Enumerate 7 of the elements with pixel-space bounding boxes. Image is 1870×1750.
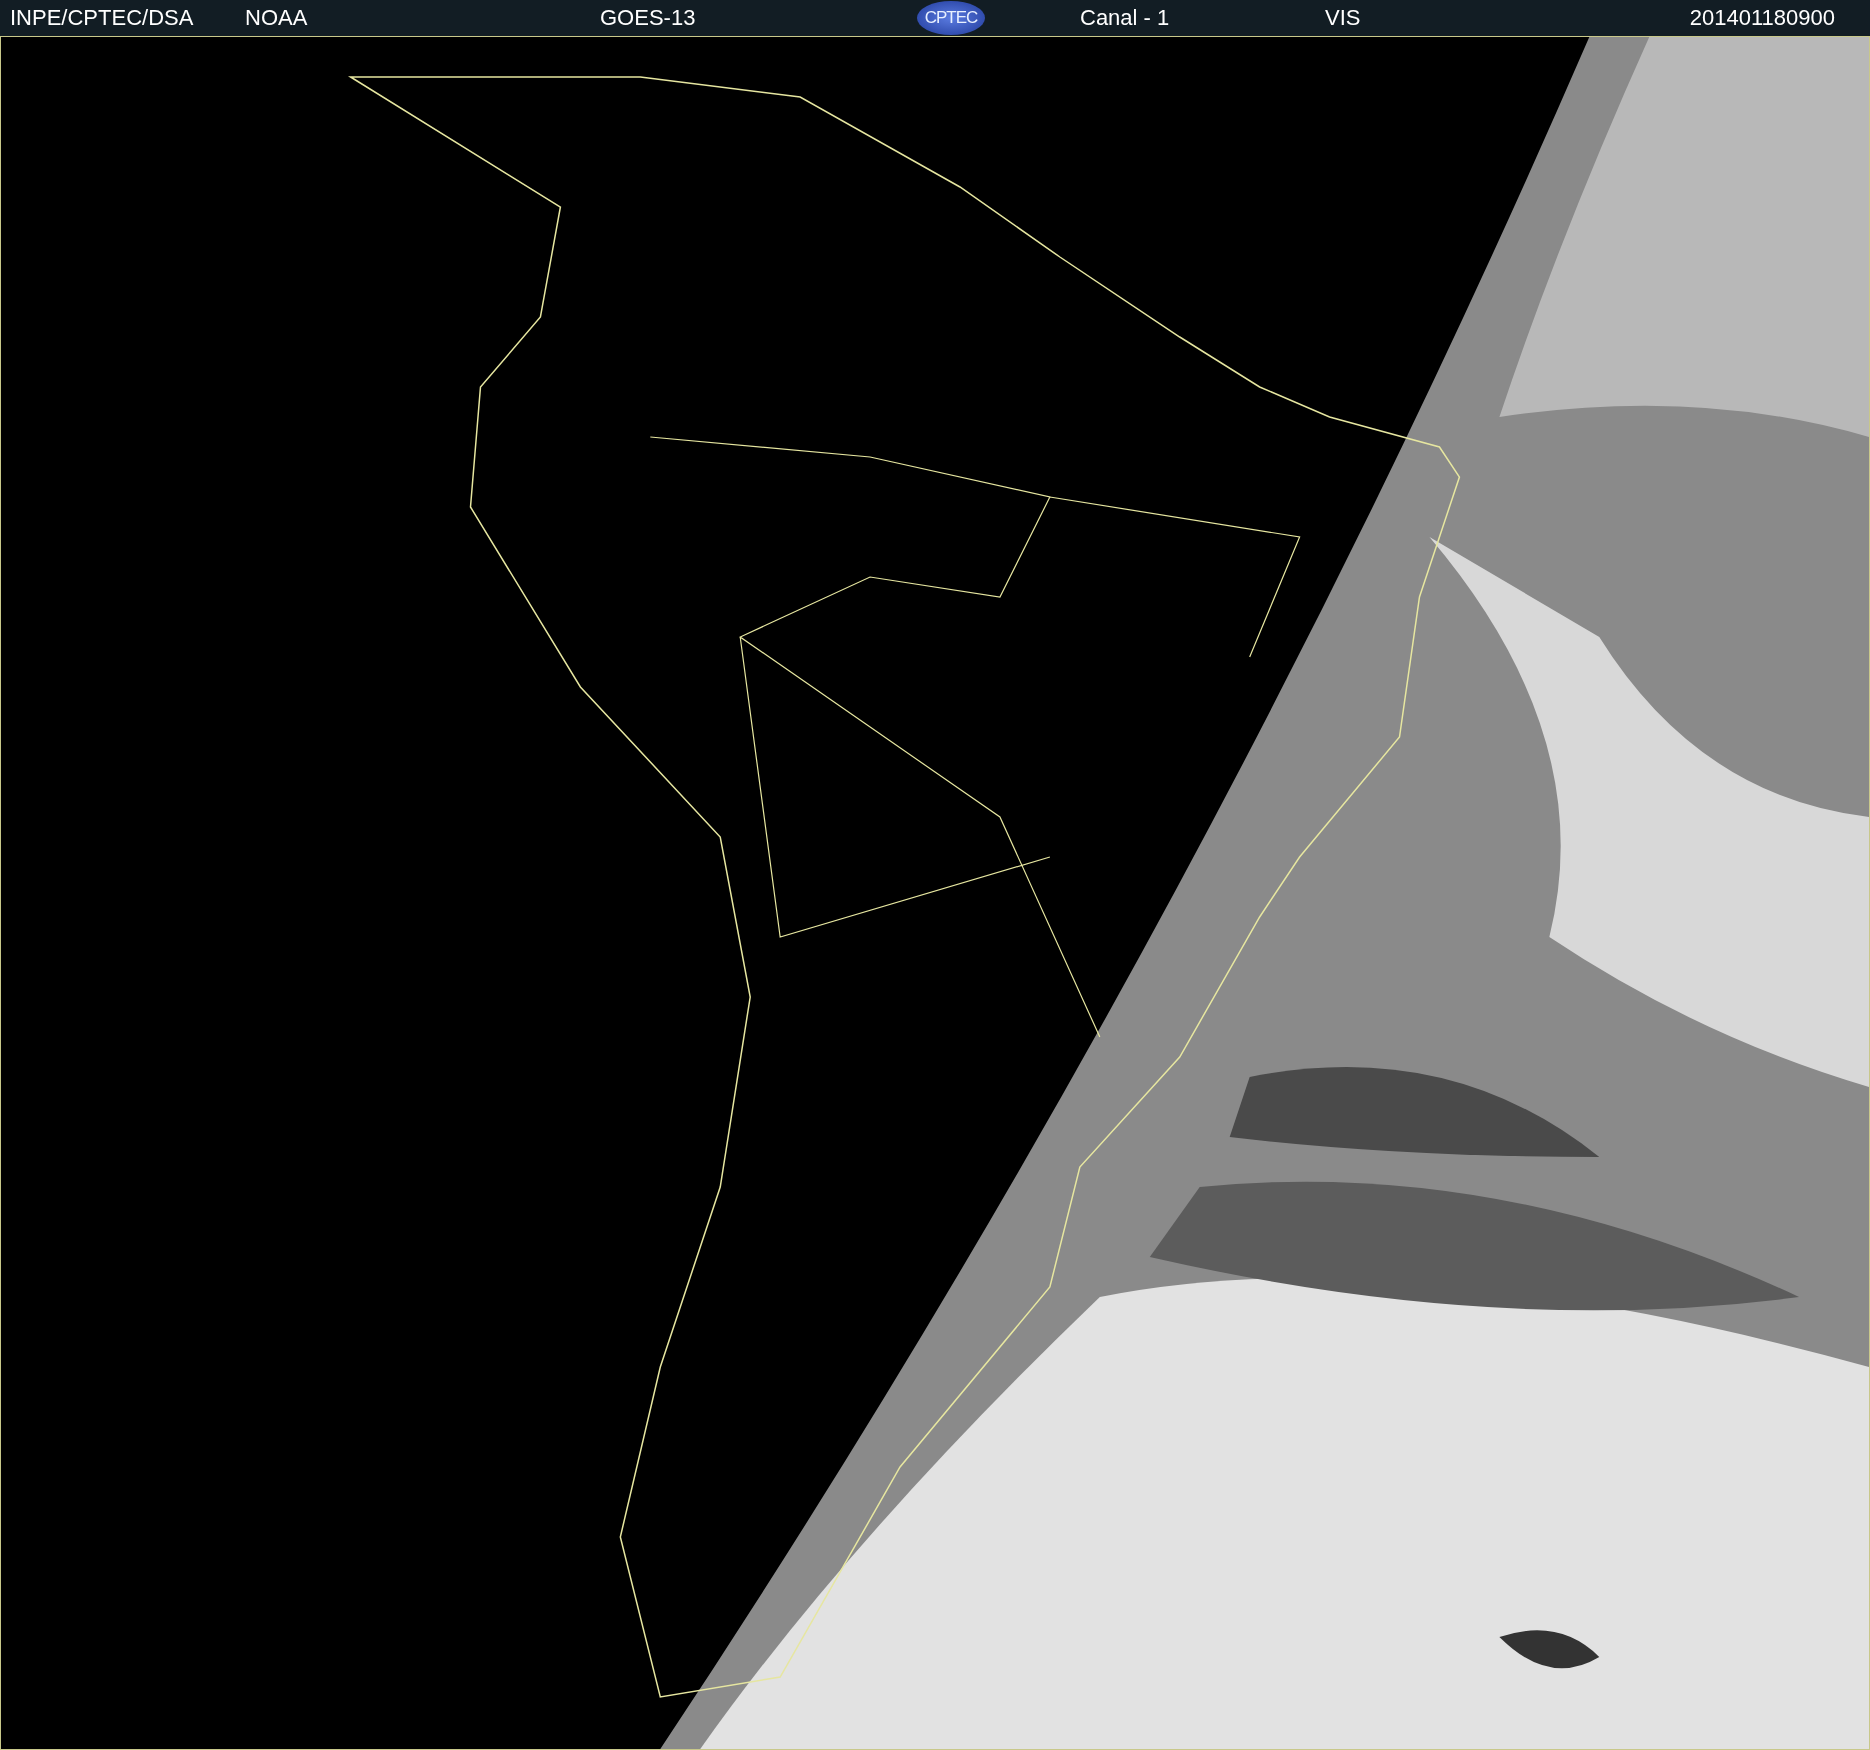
agency-label: NOAA [245,5,309,31]
band-label: VIS [1325,5,1362,31]
satellite-label: GOES-13 [600,5,697,31]
source-label: INPE/CPTEC/DSA [10,5,195,31]
channel-label: Canal - 1 [1080,5,1171,31]
logo: CPTEC [917,1,985,35]
timestamp-label: 201401180900 [1688,5,1835,31]
